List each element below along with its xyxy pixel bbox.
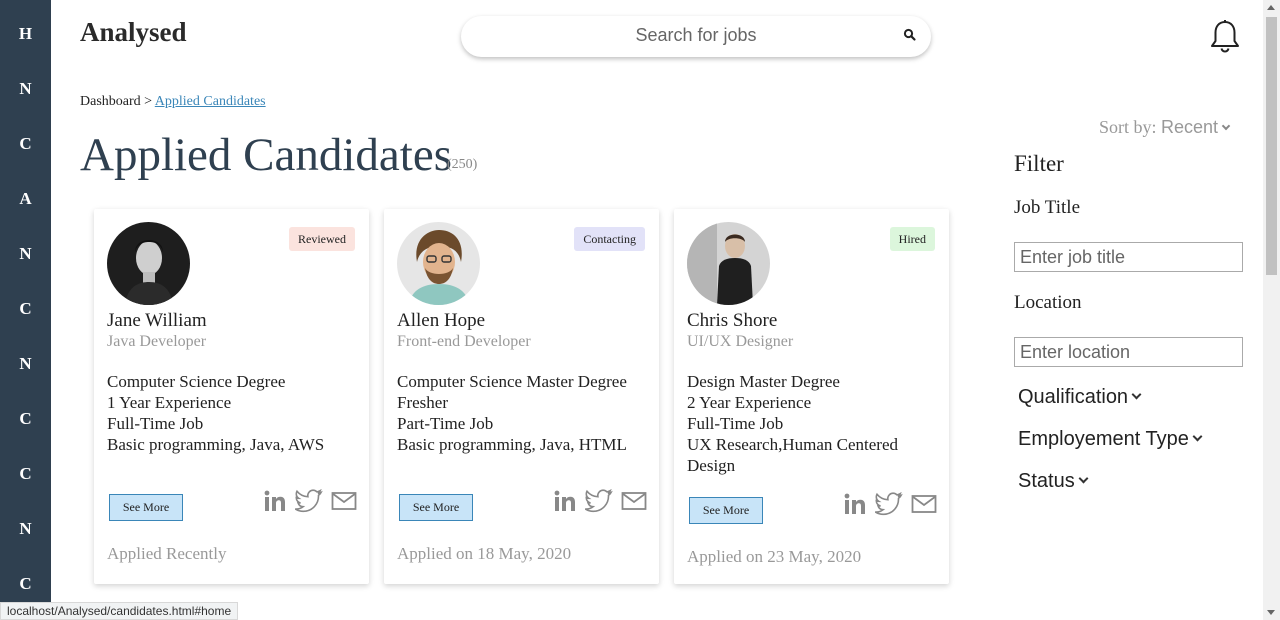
scroll-down-icon[interactable]: [1267, 610, 1275, 615]
candidate-name: Chris Shore: [687, 310, 778, 331]
see-more-button[interactable]: See More: [689, 497, 763, 524]
brand-logo[interactable]: Analysed: [80, 17, 187, 48]
qualification-dropdown[interactable]: Qualification: [1018, 386, 1142, 409]
status-label: Status: [1018, 470, 1075, 492]
breadcrumb: Dashboard > Applied Candidates: [80, 94, 266, 110]
sidebar-item-3[interactable]: C: [0, 134, 51, 154]
location-input[interactable]: Enter location: [1014, 337, 1243, 367]
candidate-role: Java Developer: [107, 333, 207, 350]
detail-experience: Fresher: [397, 393, 448, 412]
twitter-icon[interactable]: [585, 489, 613, 513]
mail-icon[interactable]: [621, 490, 647, 512]
breadcrumb-root[interactable]: Dashboard: [80, 94, 141, 109]
detail-degree: Computer Science Degree: [107, 372, 286, 391]
chevron-down-icon: [1192, 431, 1203, 442]
linkedin-icon[interactable]: [843, 492, 867, 516]
sidebar-item-8[interactable]: C: [0, 409, 51, 429]
social-links: [843, 492, 937, 516]
mail-icon[interactable]: [911, 493, 937, 515]
qualification-label: Qualification: [1018, 386, 1129, 408]
chevron-down-icon: [1221, 121, 1231, 131]
applied-date: Applied Recently: [107, 544, 227, 563]
candidate-details: Computer Science Master Degree Fresher P…: [397, 371, 652, 455]
filter-title: Filter: [1014, 151, 1064, 176]
detail-degree: Design Master Degree: [687, 372, 840, 391]
linkedin-icon[interactable]: [553, 489, 577, 513]
candidate-details: Computer Science Degree 1 Year Experienc…: [107, 371, 362, 455]
detail-skills: UX Research,Human Centered Design: [687, 435, 899, 475]
see-more-button[interactable]: See More: [109, 494, 183, 521]
sort-dropdown[interactable]: Sort by: Recent: [1099, 117, 1231, 138]
detail-job-type: Full-Time Job: [107, 414, 204, 433]
candidate-card: Reviewed Jane William Java Developer Com…: [94, 209, 369, 584]
social-links: [553, 489, 647, 513]
mail-icon[interactable]: [331, 490, 357, 512]
sort-label: Sort by:: [1099, 117, 1157, 137]
twitter-icon[interactable]: [295, 489, 323, 513]
candidate-name: Jane William: [107, 310, 207, 331]
scrollbar[interactable]: [1263, 0, 1280, 620]
avatar: [107, 222, 190, 305]
candidate-count: (250): [447, 157, 478, 172]
candidate-name: Allen Hope: [397, 310, 486, 331]
search-bar[interactable]: Search for jobs: [461, 16, 931, 57]
job-title-label: Job Title: [1014, 197, 1081, 218]
detail-skills: Basic programming, Java, AWS: [107, 435, 325, 454]
linkedin-icon[interactable]: [263, 489, 287, 513]
sidebar-item-9[interactable]: C: [0, 464, 51, 484]
avatar: [397, 222, 480, 305]
detail-skills: Basic programming, Java, HTML: [397, 435, 627, 454]
chevron-down-icon: [1078, 473, 1089, 484]
sidebar-item-10[interactable]: N: [0, 519, 51, 539]
candidate-details: Design Master Degree 2 Year Experience F…: [687, 371, 942, 476]
sidebar-item-5[interactable]: N: [0, 244, 51, 264]
breadcrumb-separator: >: [144, 94, 153, 109]
see-more-button[interactable]: See More: [399, 494, 473, 521]
bell-icon[interactable]: [1209, 19, 1241, 53]
sidebar-item-2[interactable]: N: [0, 79, 51, 99]
sidebar-item-1[interactable]: H: [0, 24, 51, 44]
sidebar-item-11[interactable]: C: [0, 574, 51, 594]
search-input[interactable]: Search for jobs: [461, 16, 891, 54]
employment-type-dropdown[interactable]: Employement Type: [1018, 428, 1203, 451]
employment-type-label: Employement Type: [1018, 428, 1189, 450]
search-icon[interactable]: [903, 28, 917, 42]
applied-date: Applied on 18 May, 2020: [397, 544, 572, 563]
chevron-down-icon: [1131, 389, 1142, 400]
detail-degree: Computer Science Master Degree: [397, 372, 627, 391]
candidate-card: Hired Chris Shore UI/UX Designer Design …: [674, 209, 949, 584]
breadcrumb-current[interactable]: Applied Candidates: [155, 94, 266, 109]
candidate-role: Front-end Developer: [397, 333, 531, 350]
social-links: [263, 489, 357, 513]
sidebar-item-4[interactable]: A: [0, 189, 51, 209]
sort-value[interactable]: Recent: [1161, 117, 1218, 137]
status-badge: Hired: [889, 227, 935, 251]
sidebar-item-6[interactable]: C: [0, 299, 51, 319]
detail-job-type: Part-Time Job: [397, 414, 494, 433]
candidate-card: Contacting Allen Hope Front-end Develope…: [384, 209, 659, 584]
status-dropdown[interactable]: Status: [1018, 470, 1089, 493]
detail-experience: 1 Year Experience: [107, 393, 232, 412]
scroll-up-icon[interactable]: [1267, 5, 1275, 10]
scroll-thumb[interactable]: [1266, 17, 1277, 275]
status-badge: Contacting: [574, 227, 645, 251]
detail-job-type: Full-Time Job: [687, 414, 784, 433]
twitter-icon[interactable]: [875, 492, 903, 516]
job-title-input[interactable]: Enter job title: [1014, 242, 1243, 272]
sidebar: H N C A N C N C C N C: [0, 0, 51, 620]
browser-status-url: localhost/Analysed/candidates.html#home: [0, 602, 239, 620]
page-title: Applied Candidates: [80, 129, 453, 181]
sidebar-item-7[interactable]: N: [0, 354, 51, 374]
avatar: [687, 222, 770, 305]
status-badge: Reviewed: [289, 227, 355, 251]
location-label: Location: [1014, 292, 1082, 313]
candidate-role: UI/UX Designer: [687, 333, 794, 350]
detail-experience: 2 Year Experience: [687, 393, 812, 412]
applied-date: Applied on 23 May, 2020: [687, 547, 862, 566]
